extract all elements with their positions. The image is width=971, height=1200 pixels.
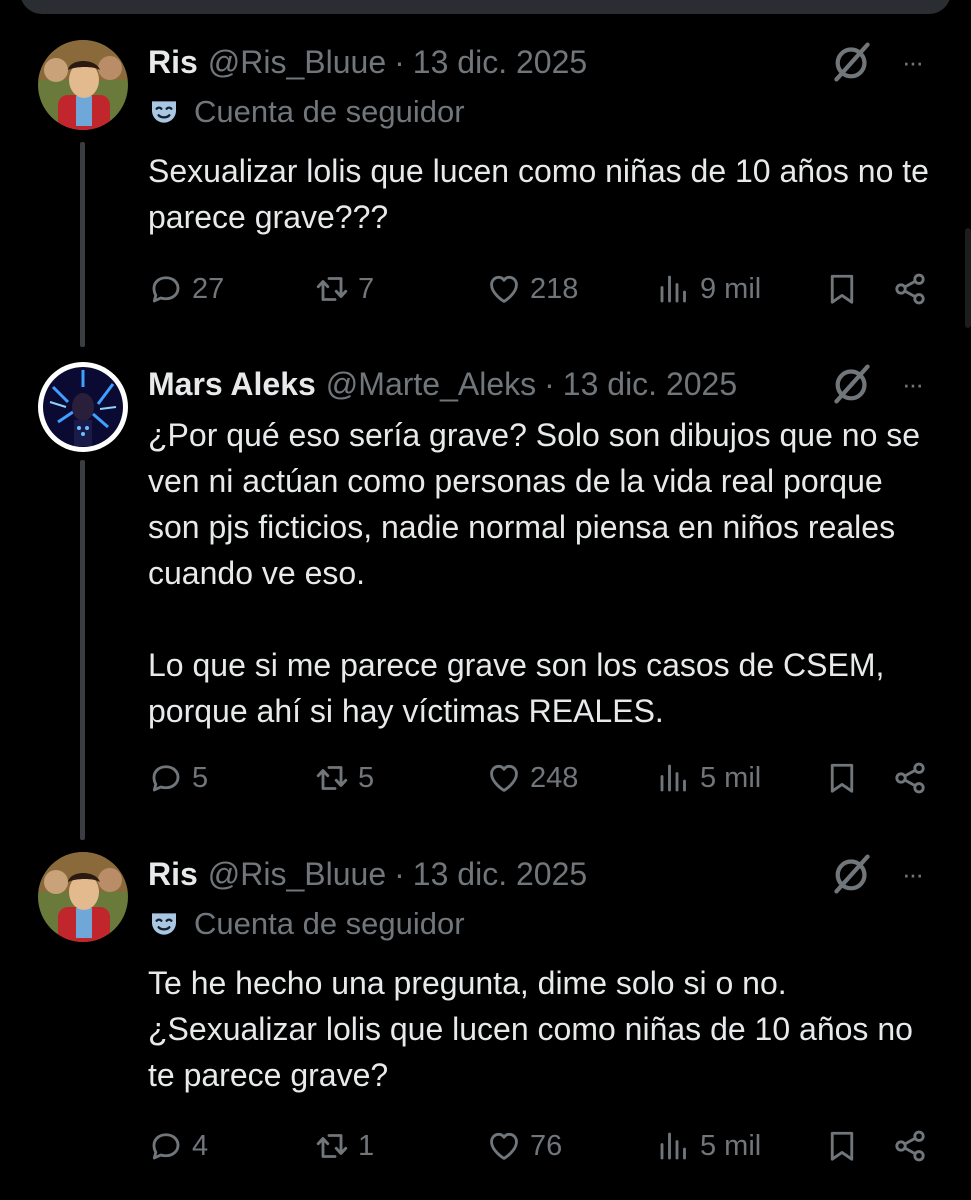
like-button[interactable]: 218 <box>486 267 578 311</box>
author-name[interactable]: Mars Aleks <box>148 366 316 403</box>
heart-icon <box>486 271 522 307</box>
retweet-icon <box>314 760 350 796</box>
views-icon <box>656 271 692 307</box>
views-count: 5 mil <box>700 1129 762 1162</box>
like-count: 218 <box>530 272 579 305</box>
separator: · <box>394 43 405 80</box>
thread-line <box>80 142 85 347</box>
scrollbar[interactable] <box>965 228 971 328</box>
author-handle[interactable]: @Ris_Bluue <box>208 44 386 81</box>
like-count: 248 <box>530 761 579 794</box>
views-button[interactable]: 5 mil <box>656 1124 761 1168</box>
tweet-actions: 5 5 248 5 mil <box>148 756 938 800</box>
avatar[interactable] <box>38 40 128 130</box>
retweet-button[interactable]: 5 <box>314 756 374 800</box>
like-button[interactable]: 248 <box>486 756 578 800</box>
thread-line <box>80 460 85 840</box>
more-icon[interactable]: ··· <box>890 856 934 892</box>
reply-button[interactable]: 5 <box>148 756 208 800</box>
like-button[interactable]: 76 <box>486 1124 562 1168</box>
follower-label: Cuenta de seguidor <box>194 94 465 129</box>
tweet-header: Ris @Ris_Bluue · 13 dic. 2025 <box>148 40 587 84</box>
tweet-date[interactable]: 13 dic. 2025 <box>413 856 587 893</box>
bookmark-button[interactable] <box>824 756 860 800</box>
author-handle[interactable]: @Ris_Bluue <box>208 856 386 893</box>
retweet-icon <box>314 1128 350 1164</box>
grok-icon[interactable] <box>830 852 874 896</box>
bookmark-icon <box>824 1128 860 1164</box>
views-count: 5 mil <box>700 761 762 794</box>
grok-icon[interactable] <box>830 362 874 406</box>
share-icon <box>892 271 928 307</box>
tweet-actions: 4 1 76 5 mil <box>148 1124 938 1168</box>
retweet-count: 5 <box>358 761 375 794</box>
avatar[interactable] <box>38 362 128 452</box>
reply-count: 27 <box>192 272 225 305</box>
follower-badge: Cuenta de seguidor <box>148 92 465 132</box>
share-button[interactable] <box>892 267 928 311</box>
grok-icon[interactable] <box>830 40 874 84</box>
retweet-count: 7 <box>358 272 375 305</box>
separator: · <box>394 855 405 892</box>
retweet-count: 1 <box>358 1129 375 1162</box>
bookmark-icon <box>824 760 860 796</box>
share-icon <box>892 1128 928 1164</box>
tweet-text: Sexualizar lolis que lucen como niñas de… <box>148 153 929 235</box>
bookmark-button[interactable] <box>824 1124 860 1168</box>
reply-icon <box>148 760 184 796</box>
separator: · <box>544 365 555 402</box>
tweet-text: Te he hecho una pregunta, dime solo si o… <box>148 965 913 1093</box>
theater-mask-icon <box>148 96 180 128</box>
author-name[interactable]: Ris <box>148 44 198 81</box>
bookmark-button[interactable] <box>824 267 860 311</box>
follower-label: Cuenta de seguidor <box>194 906 465 941</box>
heart-icon <box>486 760 522 796</box>
reply-button[interactable]: 27 <box>148 267 224 311</box>
reply-icon <box>148 1128 184 1164</box>
retweet-button[interactable]: 7 <box>314 267 374 311</box>
follower-badge: Cuenta de seguidor <box>148 904 465 944</box>
more-icon[interactable]: ··· <box>890 44 934 80</box>
author-name[interactable]: Ris <box>148 856 198 893</box>
tweet-date[interactable]: 13 dic. 2025 <box>413 44 587 81</box>
views-icon <box>656 760 692 796</box>
reply-count: 5 <box>192 761 209 794</box>
reply-button[interactable]: 4 <box>148 1124 208 1168</box>
retweet-icon <box>314 271 350 307</box>
views-button[interactable]: 9 mil <box>656 267 761 311</box>
tweet-actions: 27 7 218 9 mil <box>148 267 938 311</box>
avatar[interactable] <box>38 852 128 942</box>
share-icon <box>892 760 928 796</box>
retweet-button[interactable]: 1 <box>314 1124 374 1168</box>
tweet-header: Mars Aleks @Marte_Aleks · 13 dic. 2025 <box>148 362 737 406</box>
tweet-text: ¿Por qué eso sería grave? Solo son dibuj… <box>148 417 921 729</box>
share-button[interactable] <box>892 756 928 800</box>
author-handle[interactable]: @Marte_Aleks <box>326 366 536 403</box>
like-count: 76 <box>530 1129 563 1162</box>
top-bar <box>20 0 951 14</box>
reply-icon <box>148 271 184 307</box>
theater-mask-icon <box>148 908 180 940</box>
views-count: 9 mil <box>700 272 762 305</box>
share-button[interactable] <box>892 1124 928 1168</box>
views-icon <box>656 1128 692 1164</box>
tweet-date[interactable]: 13 dic. 2025 <box>563 366 737 403</box>
tweet-header: Ris @Ris_Bluue · 13 dic. 2025 <box>148 852 587 896</box>
views-button[interactable]: 5 mil <box>656 756 761 800</box>
bookmark-icon <box>824 271 860 307</box>
heart-icon <box>486 1128 522 1164</box>
more-icon[interactable]: ··· <box>890 366 934 402</box>
reply-count: 4 <box>192 1129 209 1162</box>
